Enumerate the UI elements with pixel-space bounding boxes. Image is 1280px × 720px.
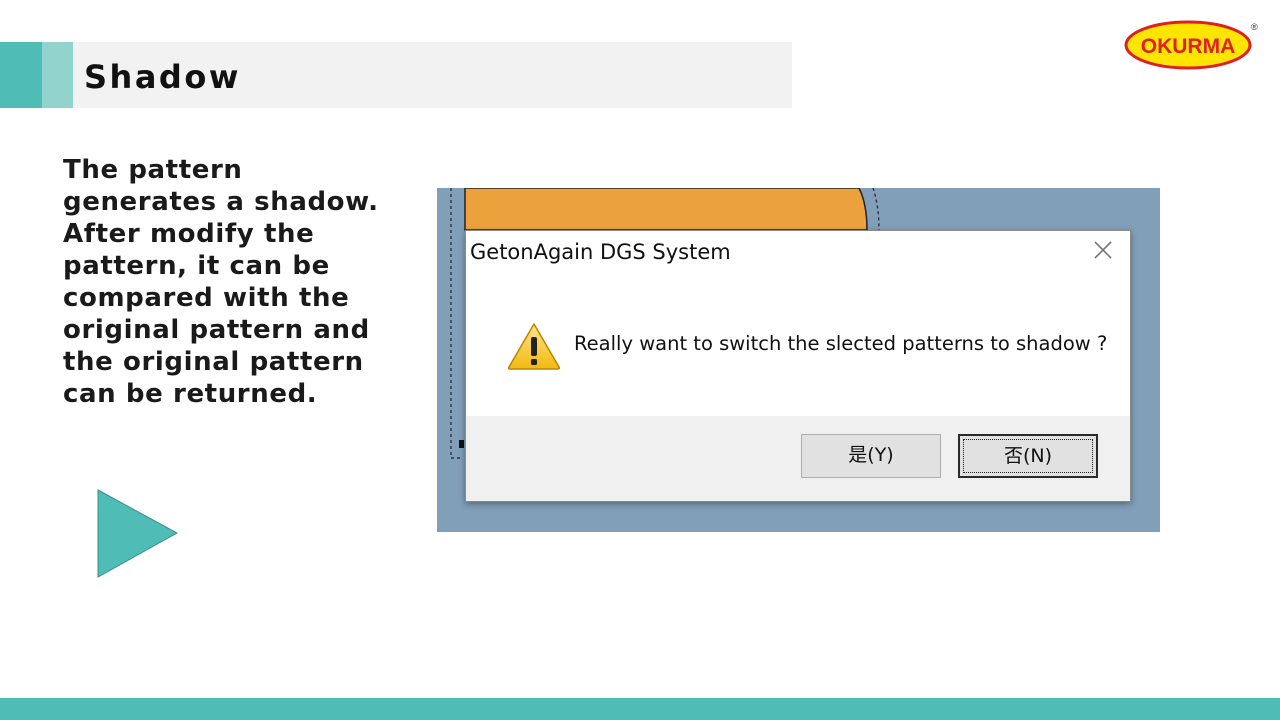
play-triangle-icon[interactable] (97, 489, 179, 579)
no-button[interactable]: 否(N) (958, 434, 1098, 478)
yes-button-label: 是(Y) (848, 444, 894, 466)
title-accent-dark (0, 42, 42, 108)
dialog-screenshot: GetonAgain DGS System Really want to swi… (437, 188, 1160, 532)
slide-body-text: The pattern generates a shadow. After mo… (63, 155, 379, 409)
logo-text: OKURMA (1141, 35, 1236, 58)
close-icon[interactable] (1092, 239, 1114, 261)
dialog-footer: 是(Y) 否(N) (466, 416, 1130, 501)
confirm-dialog: GetonAgain DGS System Really want to swi… (465, 230, 1131, 502)
okurma-logo: OKURMA ® (1124, 20, 1258, 70)
dialog-title: GetonAgain DGS System (470, 240, 731, 264)
warning-icon (507, 323, 561, 370)
no-button-label: 否(N) (1003, 445, 1053, 467)
dialog-message: Really want to switch the slected patter… (574, 332, 1108, 355)
bottom-bar (0, 698, 1280, 720)
title-accent-light (42, 42, 73, 108)
logo-registered-mark: ® (1251, 22, 1258, 32)
yes-button[interactable]: 是(Y) (801, 434, 941, 478)
slide-title: Shadow (84, 58, 241, 96)
